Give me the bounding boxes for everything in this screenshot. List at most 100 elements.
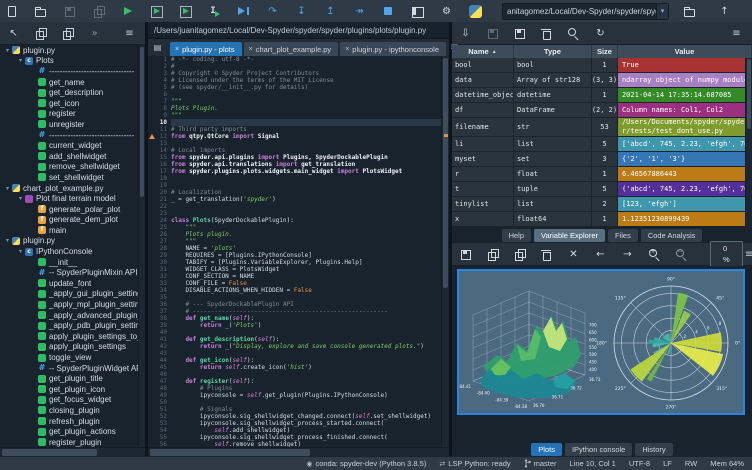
line-number[interactable]: 27 bbox=[154, 238, 171, 245]
plots-options-button[interactable]: ≡ bbox=[743, 248, 752, 261]
outline-item[interactable]: get_plugin_title bbox=[0, 373, 145, 384]
next-plot-button[interactable]: → bbox=[621, 248, 634, 261]
line-number[interactable]: 34 bbox=[154, 287, 171, 294]
outline-item[interactable]: _apply_advanced_plugin_se bbox=[0, 310, 145, 321]
line-number[interactable]: 30 bbox=[154, 259, 171, 266]
outline-item[interactable]: update_font bbox=[0, 278, 145, 289]
run-file-button[interactable] bbox=[121, 5, 134, 18]
step-over-button[interactable]: ↷ bbox=[266, 5, 279, 18]
line-number[interactable]: 37 bbox=[154, 308, 171, 315]
variable-row-t[interactable]: ttuple5('abcd', 745, 2.23, 'efgh', 70.2) bbox=[452, 182, 752, 197]
tab-plots[interactable]: Plots bbox=[531, 443, 562, 456]
outline-item[interactable]: set_shellwidget bbox=[0, 172, 145, 183]
editor-tab-plugin-py-plots[interactable]: ×plugin.py - plots bbox=[170, 42, 242, 56]
tab-ipython-console[interactable]: IPython console bbox=[565, 443, 632, 456]
outline-item[interactable]: refresh_plugin bbox=[0, 416, 145, 427]
line-number[interactable]: 12 bbox=[154, 133, 171, 140]
line-number[interactable]: 16 bbox=[154, 161, 171, 168]
line-number[interactable]: 11 bbox=[154, 126, 171, 133]
outline-item[interactable]: ▾cIPythonConsole bbox=[0, 246, 145, 257]
outline-tree[interactable]: ▾plugin.py▾cPlots#----------------------… bbox=[0, 45, 145, 447]
line-number[interactable]: 13 bbox=[154, 140, 171, 147]
tab-code-analysis[interactable]: Code Analysis bbox=[641, 229, 703, 242]
chevron-down-icon[interactable]: ▾ bbox=[16, 248, 25, 255]
chevron-down-icon[interactable]: ▾ bbox=[3, 185, 12, 192]
line-number[interactable]: 26 bbox=[154, 231, 171, 238]
line-number[interactable]: 17 bbox=[154, 168, 171, 175]
outline-item[interactable]: unregister bbox=[0, 119, 145, 130]
line-number[interactable]: 50 bbox=[154, 399, 171, 406]
line-number[interactable]: 46 bbox=[154, 371, 171, 378]
outline-item[interactable]: _apply_pdb_plugin_settings bbox=[0, 320, 145, 331]
variable-row-myset[interactable]: mysetset3{'2', '1', '3'} bbox=[452, 152, 752, 167]
line-number[interactable]: 42 bbox=[154, 343, 171, 350]
close-plot-button[interactable]: ✕ bbox=[567, 248, 580, 261]
variable-row-x[interactable]: xfloat6411.12351230899439 bbox=[452, 212, 752, 227]
line-number[interactable]: 55 bbox=[154, 434, 171, 441]
outline-item[interactable]: fgenerate_polar_plot bbox=[0, 204, 145, 215]
line-number[interactable]: 14 bbox=[154, 147, 171, 154]
variable-explorer-scrollbar[interactable] bbox=[745, 58, 752, 227]
line-number[interactable]: 28 bbox=[154, 245, 171, 252]
step-into-button[interactable]: ↧ bbox=[295, 5, 308, 18]
line-number[interactable]: 9 bbox=[154, 112, 171, 119]
chevron-down-icon[interactable]: ▾ bbox=[16, 57, 25, 64]
outline-item[interactable]: remove_shellwidget bbox=[0, 162, 145, 173]
line-number[interactable]: 22 bbox=[154, 203, 171, 210]
outline-item[interactable]: add_shellwidget bbox=[0, 151, 145, 162]
line-number[interactable]: 15 bbox=[154, 154, 171, 161]
run-cell-button[interactable] bbox=[150, 5, 163, 18]
import-data-button[interactable]: ⇩ bbox=[459, 27, 472, 40]
outline-item[interactable]: ▾cPlots bbox=[0, 56, 145, 67]
editor-vertical-scrollbar[interactable] bbox=[441, 56, 449, 447]
tab-history[interactable]: History bbox=[635, 443, 672, 456]
variable-row-li[interactable]: lilist5['abcd', 745, 2.23, 'efgh', 70.2] bbox=[452, 137, 752, 152]
save-file-button[interactable] bbox=[63, 5, 76, 18]
close-icon[interactable]: × bbox=[345, 46, 349, 53]
line-number[interactable]: 10 bbox=[154, 119, 171, 126]
outline-item[interactable]: _apply_gui_plugin_settings bbox=[0, 289, 145, 300]
line-number[interactable]: 5 bbox=[154, 84, 171, 91]
go-to-cursor-button[interactable]: ↖ bbox=[7, 27, 20, 40]
outline-item[interactable]: current_widget bbox=[0, 140, 145, 151]
maximize-pane-button[interactable] bbox=[411, 5, 424, 18]
python-environment-button[interactable] bbox=[469, 5, 482, 18]
outline-item[interactable]: ▾chart_plot_example.py bbox=[0, 183, 145, 194]
variable-row-data[interactable]: dataArray of str128(3, 3)ndarray object … bbox=[452, 73, 752, 88]
outline-item[interactable]: apply_plugin_settings bbox=[0, 342, 145, 353]
column-header-type[interactable]: Type bbox=[514, 45, 592, 58]
line-number[interactable]: 36 bbox=[154, 301, 171, 308]
continue-execution-button[interactable]: ↠ bbox=[353, 5, 366, 18]
outline-item[interactable]: register_plugin bbox=[0, 437, 145, 447]
outline-item[interactable]: __init__ bbox=[0, 257, 145, 268]
close-icon[interactable]: × bbox=[249, 46, 253, 53]
save-data-button[interactable] bbox=[486, 27, 499, 40]
save-data-as-button[interactable] bbox=[513, 27, 526, 40]
line-number[interactable]: 52 bbox=[154, 413, 171, 420]
line-number[interactable]: 40 bbox=[154, 329, 171, 336]
browse-tabs-button[interactable]: ▤ bbox=[151, 41, 164, 54]
outline-item[interactable]: ▾Plot final terrain model bbox=[0, 193, 145, 204]
debug-file-button[interactable] bbox=[237, 5, 250, 18]
outline-vertical-scrollbar[interactable] bbox=[138, 45, 145, 447]
save-all-button[interactable] bbox=[92, 5, 105, 18]
chevron-down-icon[interactable]: ▾ bbox=[656, 4, 668, 19]
code-editor[interactable]: 1# -*- coding: utf-8 -*-2#3# Copyright ©… bbox=[148, 56, 449, 447]
variable-row-bool[interactable]: boolbool1True bbox=[452, 58, 752, 73]
line-number[interactable]: 24 bbox=[154, 217, 171, 224]
outline-item[interactable]: ▾plugin.py bbox=[0, 236, 145, 247]
plot-canvas[interactable]: 400450500550600650700-84.41-84.40-84.39-… bbox=[457, 269, 745, 415]
working-directory-combobox[interactable]: anitagomez/Local/Dev-Spyder/spyder/spyde… bbox=[502, 3, 669, 20]
browse-working-directory-button[interactable] bbox=[683, 5, 696, 18]
line-number[interactable]: 1 bbox=[154, 56, 171, 63]
save-all-plots-button[interactable] bbox=[486, 248, 499, 261]
run-selection-button[interactable] bbox=[208, 5, 221, 18]
line-number[interactable]: 31 bbox=[154, 266, 171, 273]
line-number[interactable]: 38 bbox=[154, 315, 171, 322]
line-number[interactable]: 21 bbox=[154, 196, 171, 203]
line-number[interactable]: 39 bbox=[154, 322, 171, 329]
outline-item[interactable]: get_icon bbox=[0, 98, 145, 109]
preferences-button[interactable]: ⚙ bbox=[440, 5, 453, 18]
outline-item[interactable]: #-- SpyderPluginWidget API bbox=[0, 363, 145, 374]
line-number[interactable]: 32 bbox=[154, 273, 171, 280]
